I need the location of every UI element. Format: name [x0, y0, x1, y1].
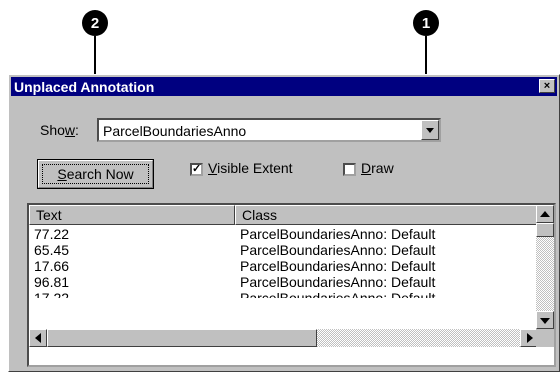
unplaced-annotation-window: Unplaced Annotation × Show: ParcelBounda…: [8, 74, 560, 372]
search-now-button[interactable]: Search Now: [37, 159, 154, 189]
show-dropdown-value: ParcelBoundariesAnno: [103, 123, 247, 139]
draw-label: Draw: [361, 160, 394, 176]
scroll-left-icon[interactable]: [29, 329, 47, 347]
vertical-scrollbar[interactable]: [536, 205, 554, 347]
horizontal-scroll-thumb[interactable]: [47, 329, 317, 347]
column-header-class[interactable]: Class: [235, 205, 539, 225]
show-dropdown[interactable]: ParcelBoundariesAnno: [97, 118, 441, 142]
show-label: Show:: [40, 122, 79, 138]
annotation-list[interactable]: Text Class 77.22 ParcelBoundariesAnno: De…: [27, 203, 556, 367]
window-title: Unplaced Annotation: [14, 78, 155, 95]
title-bar: Unplaced Annotation ×: [11, 77, 557, 96]
dropdown-arrow-icon[interactable]: [421, 120, 439, 140]
callout-1: 1: [413, 10, 439, 36]
table-row[interactable]: 96.81 ParcelBoundariesAnno: Default: [29, 274, 538, 290]
table-row[interactable]: 65.45 ParcelBoundariesAnno: Default: [29, 242, 538, 258]
scroll-up-icon[interactable]: [536, 205, 554, 223]
visible-extent-label: Visible Extent: [208, 160, 293, 176]
callout-2: 2: [82, 10, 108, 36]
table-row[interactable]: 17.22 ParcelBoundariesAnno: Default: [29, 290, 538, 298]
scrollbar-corner: [536, 329, 554, 347]
scroll-down-icon[interactable]: [536, 311, 554, 329]
close-icon[interactable]: ×: [539, 79, 555, 93]
vertical-scroll-thumb[interactable]: [536, 223, 554, 237]
draw-checkbox[interactable]: [343, 163, 356, 176]
visible-extent-checkbox[interactable]: ✓: [190, 163, 203, 176]
table-row[interactable]: 17.66 ParcelBoundariesAnno: Default: [29, 258, 538, 274]
table-row[interactable]: 77.22 ParcelBoundariesAnno: Default: [29, 226, 538, 242]
horizontal-scrollbar[interactable]: [29, 329, 538, 347]
column-header-text[interactable]: Text: [29, 205, 235, 225]
